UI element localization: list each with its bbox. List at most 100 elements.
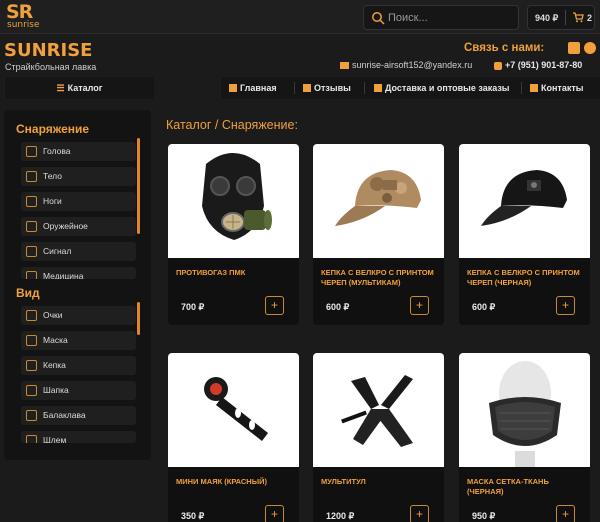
product-price: 600 ₽: [472, 302, 496, 312]
catalog-button[interactable]: ☰ Каталог: [5, 77, 154, 99]
filter-option[interactable]: Шапка: [21, 381, 136, 400]
filter-option[interactable]: Маска: [21, 331, 136, 350]
add-to-cart-button[interactable]: +: [410, 296, 429, 315]
filter-option[interactable]: Кепка: [21, 356, 136, 375]
menu-icon: ☰: [56, 83, 65, 93]
product-card[interactable]: МИНИ МАЯК (КРАСНЫЙ) 350 ₽ +: [168, 353, 299, 522]
telegram-icon[interactable]: [584, 42, 596, 54]
checkbox[interactable]: [26, 171, 37, 182]
cart-icon: [573, 12, 584, 23]
product-card[interactable]: МУЛЬТИТУЛ 1200 ₽ +: [313, 353, 444, 522]
scrollbar[interactable]: [137, 138, 140, 234]
checkbox[interactable]: [26, 385, 37, 396]
product-price: 950 ₽: [472, 511, 496, 521]
filter-option-label: Сигнал: [43, 246, 72, 256]
cart-button[interactable]: 940 ₽ 2: [527, 5, 595, 30]
nav-delivery-label: Доставка и оптовые заказы: [385, 83, 510, 93]
product-card[interactable]: КЕПКА С ВЕЛКРО С ПРИНТОМ ЧЕРЕП (МУЛЬТИКА…: [313, 144, 444, 325]
search-icon: [372, 12, 385, 25]
cart-total: 940 ₽: [535, 13, 559, 23]
checkbox[interactable]: [26, 146, 37, 157]
product-price: 1200 ₽: [326, 511, 355, 521]
filter-option[interactable]: Тело: [21, 167, 136, 186]
scrollbar[interactable]: [137, 302, 140, 335]
filter-option-label: Оружейное: [43, 221, 88, 231]
product-name[interactable]: КЕПКА С ВЕЛКРО С ПРИНТОМ ЧЕРЕП (МУЛЬТИКА…: [321, 268, 439, 288]
filter-option-label: Кепка: [43, 360, 66, 370]
product-card[interactable]: КЕПКА С ВЕЛКРО С ПРИНТОМ ЧЕРЕП (ЧЕРНАЯ) …: [459, 144, 590, 325]
filter-option[interactable]: Оружейное: [21, 217, 136, 236]
add-to-cart-button[interactable]: +: [265, 296, 284, 315]
nav-delivery[interactable]: Доставка и оптовые заказы: [374, 77, 509, 99]
checkbox[interactable]: [26, 310, 37, 321]
checkbox[interactable]: [26, 246, 37, 257]
filter-option[interactable]: Медицина: [21, 267, 136, 279]
contact-title: Связь с нами:: [464, 42, 545, 54]
checkbox[interactable]: [26, 196, 37, 207]
breadcrumb[interactable]: Каталог / Снаряжение:: [166, 118, 298, 132]
product-image[interactable]: [459, 144, 590, 258]
brand-name[interactable]: SUNRISE: [4, 40, 92, 61]
email-link[interactable]: sunrise-airsoft152@yandex.ru: [340, 60, 472, 70]
filter-group-title: Вид: [16, 286, 40, 300]
filter-option[interactable]: Голова: [21, 142, 136, 161]
phone-text: +7 (951) 901-87-80: [505, 60, 583, 70]
contact-card-icon: [530, 84, 538, 92]
checkbox[interactable]: [26, 271, 37, 279]
filter-option-label: Очки: [43, 310, 63, 320]
filter-option-label: Медицина: [43, 271, 84, 279]
filter-option-label: Ноги: [43, 196, 62, 206]
filter-option[interactable]: Балаклава: [21, 406, 136, 425]
add-to-cart-button[interactable]: +: [410, 505, 429, 522]
nav-reviews[interactable]: Отзывы: [303, 77, 351, 99]
logo[interactable]: SR sunrise: [6, 1, 40, 31]
product-name[interactable]: МАСКА СЕТКА-ТКАНЬ (ЧЕРНАЯ): [467, 477, 585, 497]
add-to-cart-button[interactable]: +: [265, 505, 284, 522]
nav-home[interactable]: Главная: [229, 77, 277, 99]
search-input[interactable]: [388, 9, 513, 27]
nav-divider: [521, 82, 522, 94]
top-bar: SR sunrise 940 ₽ 2: [0, 0, 600, 34]
nav-contacts-label: Контакты: [541, 83, 584, 93]
mail-icon: [340, 62, 349, 70]
product-name[interactable]: КЕПКА С ВЕЛКРО С ПРИНТОМ ЧЕРЕП (ЧЕРНАЯ): [467, 268, 585, 288]
product-image[interactable]: [168, 144, 299, 258]
checkbox[interactable]: [26, 335, 37, 346]
phone-icon: [494, 61, 502, 70]
catalog-label: Каталог: [67, 83, 103, 93]
product-name[interactable]: ПРОТИВОГАЗ ПМК: [176, 268, 294, 278]
nav-reviews-label: Отзывы: [314, 83, 351, 93]
nav-contacts[interactable]: Контакты: [530, 77, 583, 99]
filter-option[interactable]: Ноги: [21, 192, 136, 211]
vk-icon[interactable]: [568, 42, 580, 54]
product-name[interactable]: МИНИ МАЯК (КРАСНЫЙ): [176, 477, 294, 487]
mini-beacon-image: [204, 377, 268, 441]
filter-group-title: Снаряжение: [16, 122, 90, 136]
add-to-cart-button[interactable]: +: [556, 296, 575, 315]
search-box[interactable]: [363, 5, 519, 30]
filter-option[interactable]: Шлем: [21, 431, 136, 443]
product-image[interactable]: [313, 353, 444, 467]
star-icon: [303, 84, 311, 92]
filter-option-label: Шлем: [43, 435, 67, 443]
phone-link[interactable]: +7 (951) 901-87-80: [494, 60, 582, 70]
checkbox[interactable]: [26, 221, 37, 232]
filter-option[interactable]: Очки: [21, 306, 136, 325]
checkbox[interactable]: [26, 435, 37, 443]
cart-count: 2: [587, 13, 593, 23]
add-to-cart-button[interactable]: +: [556, 505, 575, 522]
product-image[interactable]: [313, 144, 444, 258]
checkbox[interactable]: [26, 410, 37, 421]
multitool-image: [341, 375, 413, 447]
product-image[interactable]: [168, 353, 299, 467]
nav-home-label: Главная: [240, 83, 277, 93]
product-price: 350 ₽: [181, 511, 205, 521]
product-image[interactable]: [459, 353, 590, 467]
product-card[interactable]: ПРОТИВОГАЗ ПМК 700 ₽ +: [168, 144, 299, 325]
product-price: 600 ₽: [326, 302, 350, 312]
filter-option[interactable]: Сигнал: [21, 242, 136, 261]
product-name[interactable]: МУЛЬТИТУЛ: [321, 477, 439, 487]
product-card[interactable]: МАСКА СЕТКА-ТКАНЬ (ЧЕРНАЯ) 950 ₽ +: [459, 353, 590, 522]
nav-divider: [294, 82, 295, 94]
checkbox[interactable]: [26, 360, 37, 371]
